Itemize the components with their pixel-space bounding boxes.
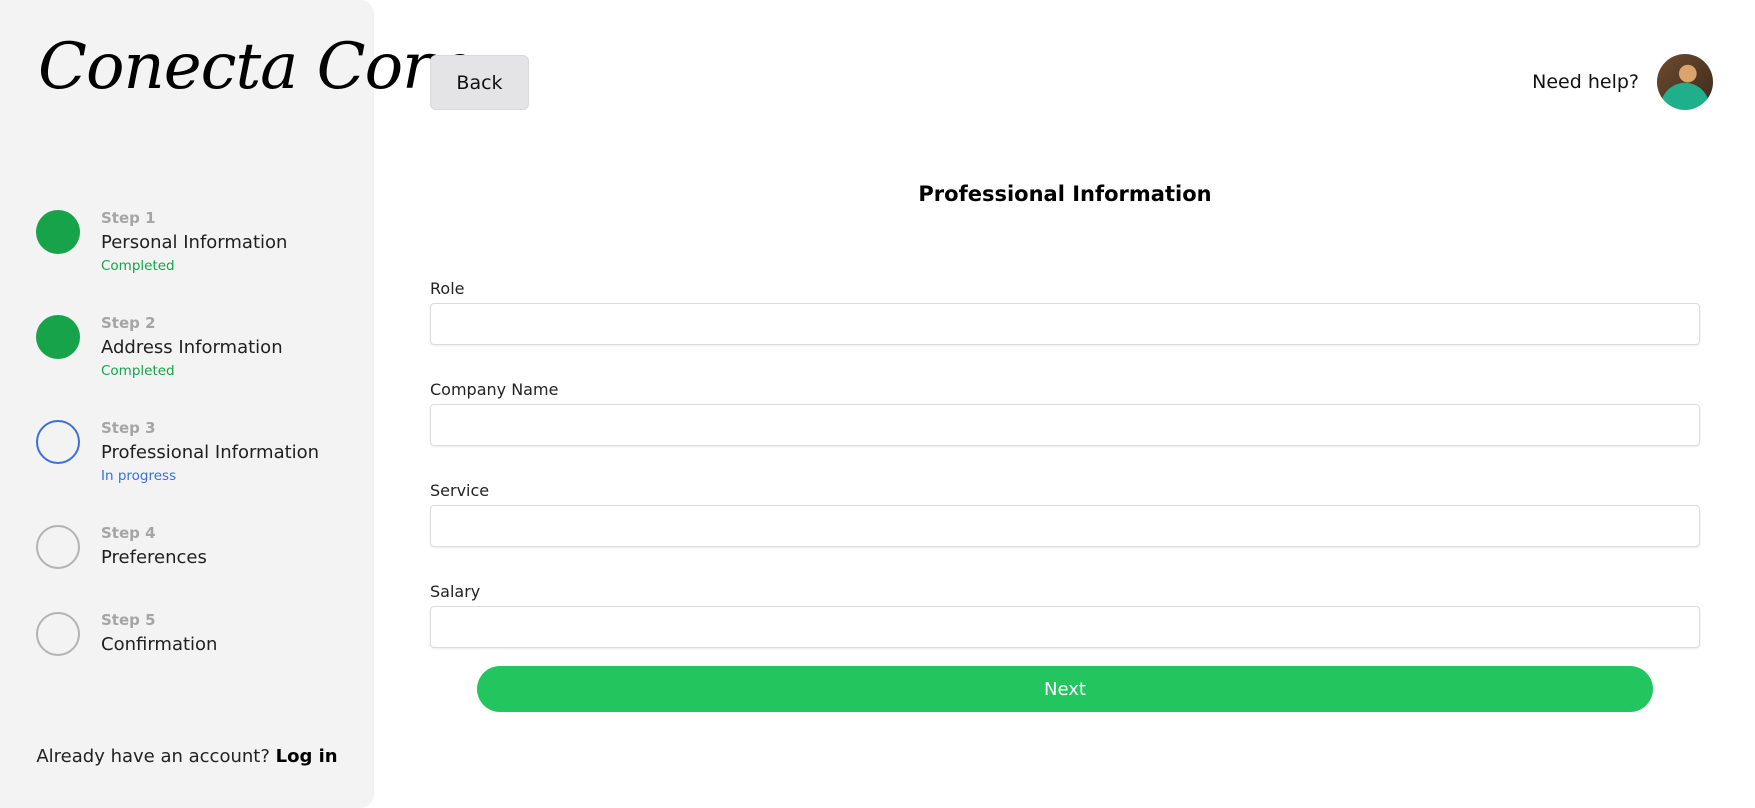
step-title: Confirmation	[101, 634, 218, 655]
help-area: Need help?	[1532, 54, 1713, 110]
step-number: Step 1	[101, 209, 156, 227]
back-button[interactable]: Back	[430, 55, 529, 110]
step-title: Personal Information	[101, 232, 288, 253]
need-help-link[interactable]: Need help?	[1532, 71, 1639, 93]
service-label: Service	[430, 481, 490, 500]
login-link[interactable]: Log in	[276, 746, 338, 767]
step-completed-icon	[36, 210, 80, 254]
step-title: Preferences	[101, 547, 207, 568]
salary-label: Salary	[430, 582, 481, 601]
step-status: Completed	[101, 363, 175, 379]
brand-logo: Conecta Corp	[38, 30, 473, 104]
avatar[interactable]	[1657, 54, 1713, 110]
step-pending-icon	[36, 525, 80, 569]
step-title: Professional Information	[101, 442, 320, 463]
sidebar: Conecta Corp Step 1 Personal Information…	[0, 0, 473, 808]
step-number: Step 5	[101, 611, 156, 629]
company-name-input[interactable]	[430, 404, 1700, 446]
service-input[interactable]	[430, 505, 1700, 547]
step-status: In progress	[101, 468, 177, 484]
login-prompt-text: Already have an account?	[36, 746, 270, 767]
next-button[interactable]: Next	[477, 666, 1653, 712]
step-status: Completed	[101, 258, 175, 274]
step-number: Step 4	[101, 524, 156, 542]
role-label: Role	[430, 279, 465, 298]
step-title: Address Information	[101, 337, 283, 358]
company-name-label: Company Name	[430, 380, 559, 399]
step-number: Step 2	[101, 314, 156, 332]
step-number: Step 3	[101, 419, 156, 437]
role-input[interactable]	[430, 303, 1700, 345]
step-pending-icon	[36, 612, 80, 656]
step-completed-icon	[36, 315, 80, 359]
step-in-progress-icon	[36, 420, 80, 464]
salary-input[interactable]	[430, 606, 1700, 648]
page-title: Professional Information	[918, 182, 1212, 206]
login-prompt: Already have an account? Log in	[0, 746, 374, 767]
